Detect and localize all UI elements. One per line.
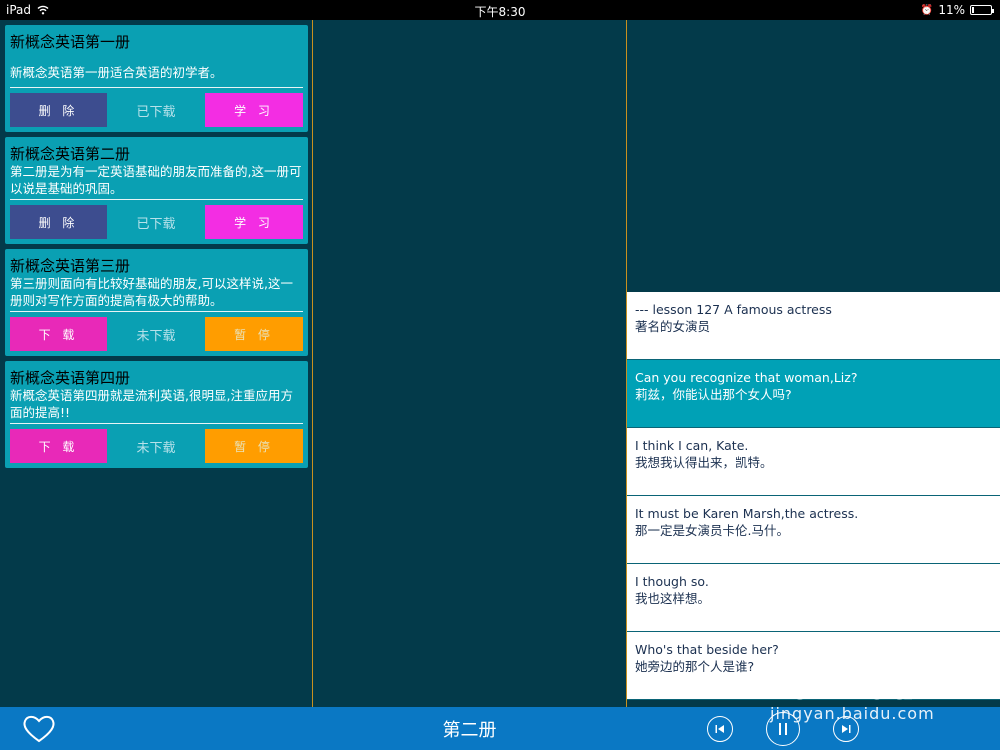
divider — [10, 311, 303, 312]
divider — [10, 87, 303, 88]
current-book-title: 第二册 — [442, 719, 497, 741]
status-bar: iPad 下午8:30 ⏰ 11% — [0, 0, 1000, 20]
book-title: 新概念英语第二册 — [10, 145, 131, 163]
lesson-chinese: 我也这样想。 — [635, 591, 711, 606]
delete-button[interactable]: 删 除 — [10, 205, 107, 239]
column-divider — [312, 20, 313, 750]
status-time: 下午8:30 — [474, 5, 526, 19]
lesson-list[interactable]: --- lesson 127 A famous actress 著名的女演员 C… — [627, 292, 1000, 707]
pause-button[interactable]: 暂 停 — [205, 317, 303, 351]
book-description: 新概念英语第四册就是流利英语,很明显,注重应用方面的提高!! — [10, 388, 293, 420]
alarm-icon: ⏰ — [920, 4, 934, 16]
study-button[interactable]: 学 习 — [205, 205, 303, 239]
lesson-line-active[interactable]: Can you recognize that woman,Liz? 莉兹，你能认… — [627, 360, 1000, 428]
lesson-line[interactable]: I though so. 我也这样想。 — [627, 564, 1000, 632]
book-title: 新概念英语第一册 — [10, 33, 131, 51]
download-button[interactable]: 下 载 — [10, 429, 107, 463]
lesson-english: Who's that beside her? — [635, 642, 779, 657]
lesson-chinese: 著名的女演员 — [635, 319, 711, 334]
divider — [10, 423, 303, 424]
lesson-chinese: 我想我认得出来，凯特。 — [635, 455, 773, 470]
lesson-line[interactable]: Who's that beside her? 她旁边的那个人是谁? — [627, 632, 1000, 700]
column-divider — [626, 20, 627, 750]
lesson-chinese: 莉兹，你能认出那个女人吗? — [635, 387, 792, 402]
book-description: 第二册是为有一定英语基础的朋友而准备的,这一册可以说是基础的巩固。 — [10, 164, 302, 196]
study-button[interactable]: 学 习 — [205, 93, 303, 127]
book-card: 新概念英语第三册 第三册则面向有比较好基础的朋友,可以这样说,这一册则对写作方面… — [5, 249, 308, 356]
download-state: 已下载 — [136, 104, 176, 120]
delete-button[interactable]: 删 除 — [10, 93, 107, 127]
lesson-english: Can you recognize that woman,Liz? — [635, 370, 858, 385]
battery-icon — [970, 5, 994, 15]
skip-previous-icon[interactable] — [707, 716, 733, 742]
battery-percent: 11% — [938, 3, 965, 17]
lesson-chinese: 她旁边的那个人是谁? — [635, 659, 755, 674]
book-list-panel: 新概念英语第一册 新概念英语第一册适合英语的初学者。 删 除 已下载 学 习 新… — [0, 20, 312, 707]
book-description: 第三册则面向有比较好基础的朋友,可以这样说,这一册则对写作方面的提高有极大的帮助… — [10, 276, 293, 308]
download-state: 未下载 — [136, 440, 176, 456]
lesson-english: I think I can, Kate. — [635, 438, 749, 453]
lesson-line[interactable]: It must be Karen Marsh,the actress. 那一定是… — [627, 496, 1000, 564]
pause-button[interactable]: 暂 停 — [205, 429, 303, 463]
book-card: 新概念英语第二册 第二册是为有一定英语基础的朋友而准备的,这一册可以说是基础的巩… — [5, 137, 308, 244]
lesson-english: I though so. — [635, 574, 709, 589]
lesson-panel: --- lesson 127 A famous actress 著名的女演员 C… — [627, 20, 1000, 707]
book-title: 新概念英语第三册 — [10, 257, 131, 275]
lesson-line[interactable]: I think I can, Kate. 我想我认得出来，凯特。 — [627, 428, 1000, 496]
book-description: 新概念英语第一册适合英语的初学者。 — [10, 65, 223, 80]
lesson-english: It must be Karen Marsh,the actress. — [635, 506, 859, 521]
lesson-chinese: 那一定是女演员卡伦.马什。 — [635, 523, 789, 538]
heart-icon[interactable] — [22, 714, 56, 744]
middle-panel — [313, 20, 626, 707]
book-card: 新概念英语第一册 新概念英语第一册适合英语的初学者。 删 除 已下载 学 习 — [5, 25, 308, 132]
divider — [10, 199, 303, 200]
lesson-english: --- lesson 127 A famous actress — [635, 302, 832, 317]
download-state: 已下载 — [136, 216, 176, 232]
battery-fill — [972, 7, 974, 13]
watermark-url: jingyan.baidu.com — [770, 704, 935, 723]
lesson-line[interactable]: --- lesson 127 A famous actress 著名的女演员 — [627, 292, 1000, 360]
book-card: 新概念英语第四册 新概念英语第四册就是流利英语,很明显,注重应用方面的提高!! … — [5, 361, 308, 468]
download-button[interactable]: 下 载 — [10, 317, 107, 351]
download-state: 未下载 — [136, 328, 176, 344]
book-title: 新概念英语第四册 — [10, 369, 131, 387]
